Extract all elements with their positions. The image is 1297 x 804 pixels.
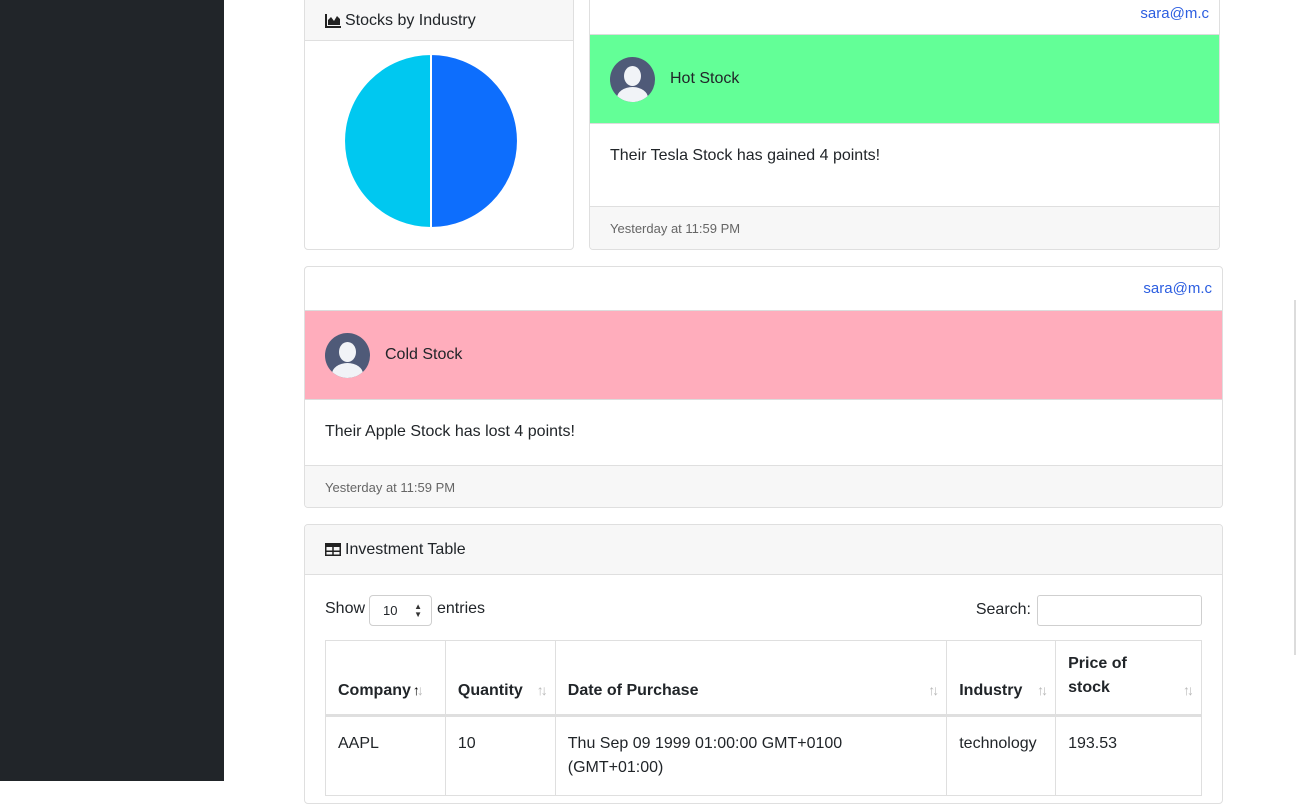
- select-arrows-icon: ▲ ▼: [414, 602, 422, 619]
- column-header-industry[interactable]: Industry ↑↓: [946, 640, 1057, 717]
- card-header: Investment Table: [305, 525, 1222, 575]
- cell-date: Thu Sep 09 1999 01:00:00 GMT+0100 (GMT+0…: [554, 715, 948, 796]
- entries-label: entries: [437, 600, 486, 617]
- column-header-company[interactable]: Company ↑↓: [325, 640, 446, 717]
- pie-chart: [343, 53, 519, 229]
- notification-timestamp: Yesterday at 11:59 PM: [590, 206, 1219, 249]
- user-link[interactable]: sara@m.c: [1140, 5, 1209, 22]
- notification-title: Hot Stock: [670, 70, 740, 87]
- show-label: Show: [325, 600, 366, 617]
- investment-table: Company ↑↓ Quantity ↑↓ Date of Purchase ↑↓ …: [325, 640, 1202, 796]
- notification-top: sara@m.c: [305, 267, 1222, 310]
- card-header: Stocks by Industry: [305, 0, 573, 41]
- search-input[interactable]: [1037, 595, 1202, 626]
- table-icon: [325, 543, 341, 556]
- cell-industry: technology: [946, 715, 1057, 796]
- table-controls: Show 10 ▲ ▼ entries Search:: [325, 595, 1202, 627]
- notification-timestamp: Yesterday at 11:59 PM: [305, 465, 1222, 507]
- sidebar: [0, 0, 224, 781]
- sort-icon: ↑↓: [536, 682, 548, 698]
- user-link[interactable]: sara@m.c: [1143, 280, 1212, 297]
- sort-icon: ↑↓: [1037, 682, 1048, 698]
- cell-quantity: 10: [444, 715, 556, 796]
- notification-title: Cold Stock: [385, 346, 463, 363]
- scrollbar[interactable]: [1294, 300, 1296, 655]
- cold-stock-notification: sara@m.c Cold Stock Their Apple Stock ha…: [304, 266, 1223, 508]
- entries-value: 10: [383, 603, 398, 618]
- stocks-by-industry-card: Stocks by Industry: [304, 0, 574, 250]
- notification-band: Hot Stock: [590, 34, 1219, 124]
- avatar: [610, 56, 655, 102]
- sort-icon: ↑↓: [1183, 682, 1194, 698]
- table-header-row: Company ↑↓ Quantity ↑↓ Date of Purchase ↑↓ …: [325, 640, 1202, 717]
- notification-body: Their Apple Stock has lost 4 points!: [325, 423, 575, 440]
- notification-band: Cold Stock: [305, 310, 1222, 400]
- sort-ascending-icon: ↑↓: [412, 682, 424, 698]
- notification-top: sara@m.c: [590, 0, 1219, 34]
- area-chart-icon: [325, 13, 341, 28]
- cell-company: AAPL: [325, 715, 446, 796]
- card-title: Investment Table: [345, 540, 466, 558]
- sort-icon: ↑↓: [928, 682, 939, 698]
- column-header-quantity[interactable]: Quantity ↑↓: [444, 640, 556, 717]
- table-row: AAPL 10 Thu Sep 09 1999 01:00:00 GMT+010…: [325, 715, 1202, 796]
- cell-price: 193.53: [1055, 715, 1202, 796]
- pie-slice-1[interactable]: [343, 53, 432, 229]
- column-header-price[interactable]: Price of stock ↑↓: [1055, 640, 1202, 717]
- entries-select[interactable]: 10 ▲ ▼: [369, 595, 432, 626]
- investment-table-card: Investment Table Show 10 ▲ ▼ entries Sear…: [304, 524, 1223, 804]
- notification-body: Their Tesla Stock has gained 4 points!: [610, 147, 881, 164]
- pie-slice-0[interactable]: [430, 53, 519, 229]
- hot-stock-notification: sara@m.c Hot Stock Their Tesla Stock has…: [589, 0, 1220, 250]
- column-header-date[interactable]: Date of Purchase ↑↓: [554, 640, 948, 717]
- avatar: [325, 332, 370, 378]
- search-label: Search:: [975, 601, 1031, 618]
- card-title: Stocks by Industry: [345, 11, 476, 29]
